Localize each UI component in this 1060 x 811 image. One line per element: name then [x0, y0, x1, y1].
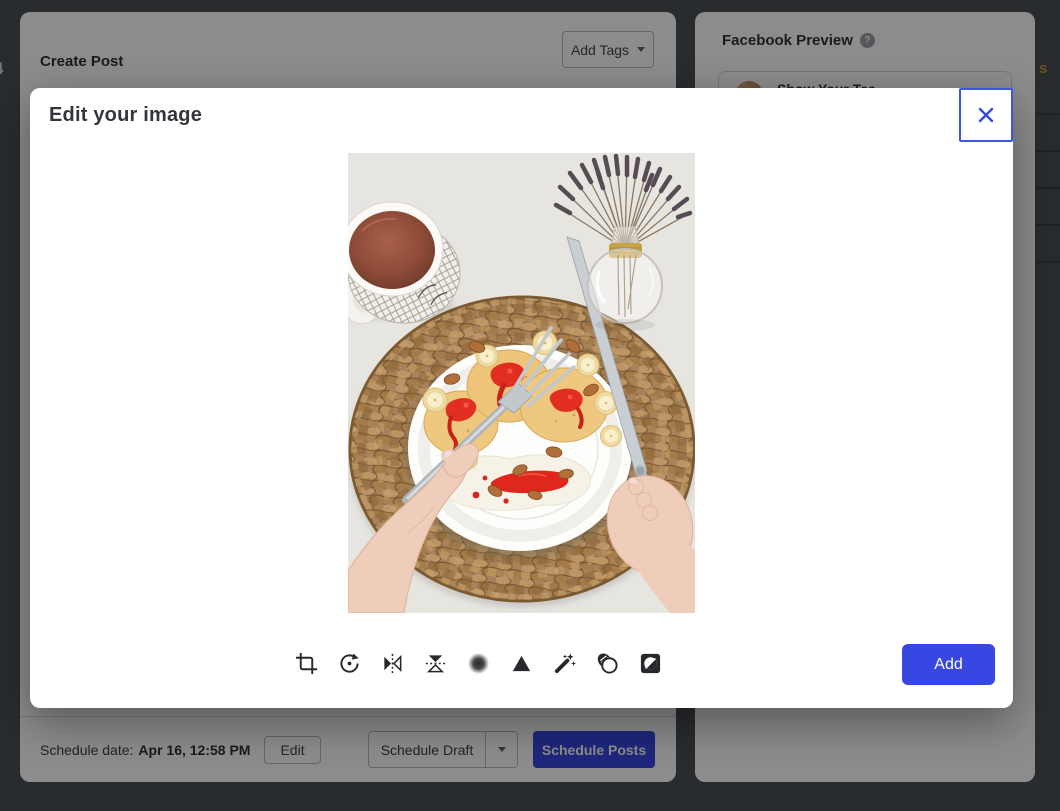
crop-icon — [295, 652, 318, 675]
sharpen-button[interactable] — [510, 652, 533, 675]
modal-title: Edit your image — [49, 104, 202, 127]
crop-button[interactable] — [295, 652, 318, 675]
add-button[interactable]: Add — [902, 644, 995, 685]
enhance-button[interactable] — [553, 652, 576, 675]
sharpen-icon — [510, 652, 533, 675]
flip-horizontal-button[interactable] — [381, 652, 404, 675]
flip-vertical-icon — [424, 652, 447, 675]
rotate-icon — [338, 652, 361, 675]
magic-wand-icon — [553, 652, 576, 675]
duotone-icon — [596, 652, 619, 675]
flip-vertical-button[interactable] — [424, 652, 447, 675]
image-edit-toolbar — [295, 647, 662, 679]
close-button[interactable] — [959, 88, 1013, 142]
invert-colors-button[interactable] — [639, 652, 662, 675]
invert-colors-icon — [639, 652, 662, 675]
blur-icon — [467, 652, 490, 675]
image-being-edited — [348, 153, 695, 613]
close-icon — [976, 105, 996, 125]
blur-button[interactable] — [467, 652, 490, 675]
duotone-button[interactable] — [596, 652, 619, 675]
edit-image-modal: Edit your image — [30, 88, 1013, 708]
rotate-button[interactable] — [338, 652, 361, 675]
flip-horizontal-icon — [381, 652, 404, 675]
